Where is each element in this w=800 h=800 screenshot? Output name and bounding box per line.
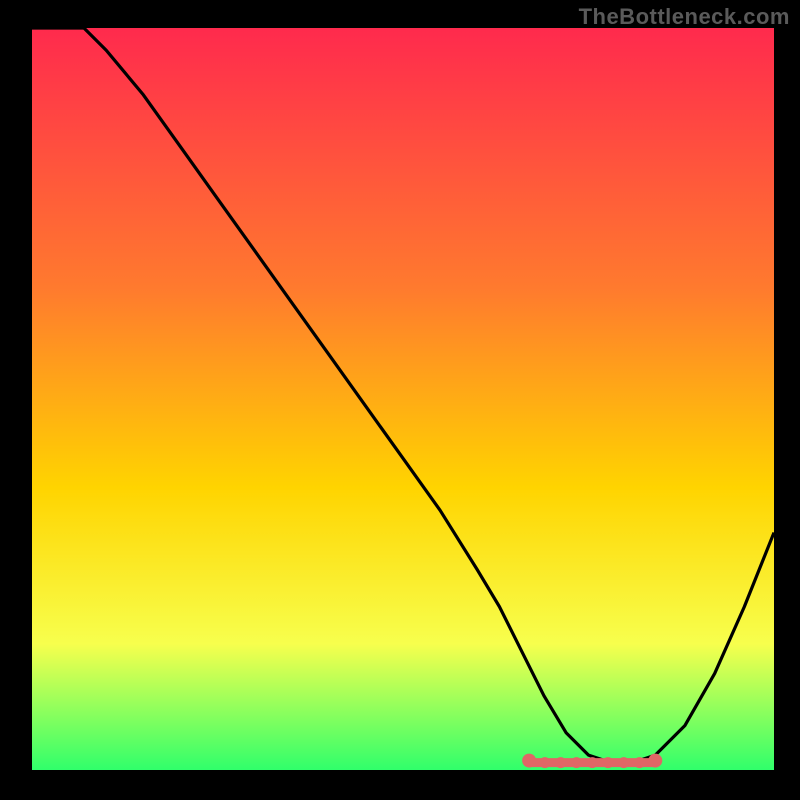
watermark-text: TheBottleneck.com: [579, 4, 790, 30]
plot-area: [32, 28, 774, 770]
chart-frame: { "watermark": "TheBottleneck.com", "col…: [0, 0, 800, 800]
bottleneck-chart: [0, 0, 800, 800]
